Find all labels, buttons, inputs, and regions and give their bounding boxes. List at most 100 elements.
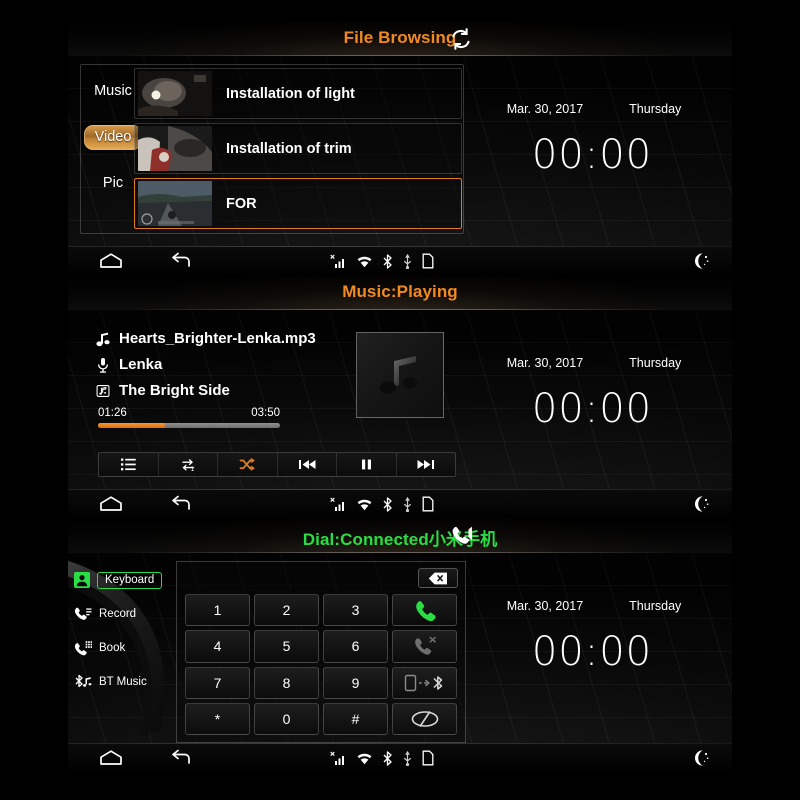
dialpad-key-4[interactable]: 4 (185, 630, 250, 663)
dialpad-key-7[interactable]: 7 (185, 666, 250, 699)
pause-button[interactable] (337, 453, 397, 476)
video-thumbnail (138, 126, 212, 171)
sidebar-item-book[interactable]: Book (74, 631, 192, 665)
elapsed-time: 01:26 (98, 407, 127, 419)
table-row[interactable]: FOR (134, 178, 462, 229)
dial-sidebar: Keyboard Record Book BT Music (74, 563, 192, 699)
date-display: Mar. 30, 2017 Thursday (464, 599, 724, 613)
dialpad-key-9[interactable]: 9 (323, 666, 388, 699)
music-player-panel: Music:Playing Hearts_Brighter-Lenka.mp3 (68, 276, 732, 519)
home-icon[interactable] (98, 252, 124, 270)
file-browsing-titlebar: File Browsing (68, 22, 732, 56)
home-icon[interactable] (98, 749, 124, 767)
call-log-icon (74, 606, 92, 622)
signal-no-service-icon (330, 497, 347, 512)
table-row[interactable]: Installation of light (134, 68, 462, 119)
sidebar-item-record[interactable]: Record (74, 597, 192, 631)
dialpad-key-5[interactable]: 5 (254, 630, 319, 663)
sidebar-item-bt-music[interactable]: BT Music (74, 665, 192, 699)
file-name: Installation of light (226, 85, 355, 102)
dialpad-key-6[interactable]: 6 (323, 630, 388, 663)
end-call-key[interactable] (392, 630, 457, 663)
moon-icon[interactable] (690, 495, 710, 513)
previous-button[interactable] (278, 453, 337, 476)
progress-bar[interactable] (98, 423, 280, 428)
sim-card-icon (422, 750, 434, 766)
clock-area: Mar. 30, 2017 Thursday 00:00 (464, 553, 732, 773)
dialpad-key-2[interactable]: 2 (254, 594, 319, 627)
status-tray (330, 253, 434, 269)
sidebar-item-label: Book (99, 642, 126, 654)
time-labels: 01:26 03:50 (98, 407, 280, 419)
artist-name: Lenka (119, 356, 163, 373)
date-display: Mar. 30, 2017 Thursday (464, 356, 724, 370)
weekday-text: Thursday (629, 356, 682, 370)
bt-music-icon (74, 674, 92, 690)
dialpad-key-label: 8 (282, 674, 291, 691)
weekday-text: Thursday (629, 102, 682, 116)
date-text: Mar. 30, 2017 (506, 599, 584, 613)
tab-music-label: Music (94, 83, 132, 99)
music-titlebar: Music:Playing (68, 276, 732, 310)
music-note-icon (96, 331, 110, 347)
dialpad-key-label: 5 (282, 638, 291, 655)
next-button[interactable] (397, 453, 456, 476)
sim-card-icon (422, 496, 434, 512)
phone-speaker-icon[interactable] (448, 524, 474, 548)
progress-area: 01:26 03:50 (98, 407, 280, 428)
wifi-icon (356, 254, 373, 268)
dialpad-key-star[interactable]: * (185, 702, 250, 735)
shuffle-button[interactable] (218, 453, 278, 476)
dialpad-key-3[interactable]: 3 (323, 594, 388, 627)
weekday-text: Thursday (629, 599, 682, 613)
bluetooth-icon (382, 496, 393, 512)
status-bar (68, 743, 732, 773)
back-icon[interactable] (168, 495, 194, 513)
signal-no-service-icon (330, 751, 347, 766)
file-list: Installation of light Installation of tr… (134, 68, 462, 233)
dialpad-key-0[interactable]: 0 (254, 702, 319, 735)
album-row: The Bright Side (96, 382, 316, 399)
track-title: Hearts_Brighter-Lenka.mp3 (119, 330, 316, 347)
moon-icon[interactable] (690, 252, 710, 270)
usb-icon (402, 496, 413, 512)
bluetooth-icon (382, 750, 393, 766)
back-icon[interactable] (168, 252, 194, 270)
playlist-button[interactable] (99, 453, 159, 476)
moon-icon[interactable] (690, 749, 710, 767)
home-icon[interactable] (98, 495, 124, 513)
dialpad-key-hash[interactable]: # (323, 702, 388, 735)
call-key[interactable] (392, 594, 457, 627)
date-text: Mar. 30, 2017 (506, 102, 584, 116)
end-call-icon (413, 635, 437, 657)
transfer-bt-icon (404, 673, 446, 693)
transfer-bt-key[interactable] (392, 666, 457, 699)
dialpad-grid: 1 2 3 4 5 6 7 8 9 * 0 # (185, 594, 457, 735)
back-icon[interactable] (168, 749, 194, 767)
phonebook-icon (74, 640, 92, 656)
sidebar-item-label: Record (99, 608, 137, 620)
sidebar-item-keyboard[interactable]: Keyboard (74, 563, 192, 597)
table-row[interactable]: Installation of trim (134, 123, 462, 174)
clock-area: Mar. 30, 2017 Thursday 00:00 (464, 56, 732, 276)
dialpad-key-1[interactable]: 1 (185, 594, 250, 627)
sim-card-icon (422, 253, 434, 269)
video-thumbnail (138, 181, 212, 226)
sidebar-item-label: Keyboard (97, 571, 163, 589)
dialpad-key-label: * (214, 710, 221, 727)
hide-pad-key[interactable] (392, 702, 457, 735)
refresh-icon[interactable] (448, 27, 474, 51)
repeat-button[interactable]: 1 (159, 453, 218, 476)
wifi-icon (356, 751, 373, 765)
album-art (356, 332, 444, 418)
dialpad-key-label: 2 (282, 602, 291, 619)
track-title-row: Hearts_Brighter-Lenka.mp3 (96, 330, 316, 347)
playback-controls: 1 (98, 452, 456, 477)
progress-fill (98, 423, 166, 428)
keyboard-contact-icon (74, 572, 90, 588)
backspace-button[interactable] (418, 568, 458, 588)
dialpad-key-label: 3 (351, 602, 360, 619)
dialpad-key-8[interactable]: 8 (254, 666, 319, 699)
track-metadata: Hearts_Brighter-Lenka.mp3 Lenka The Brig… (96, 330, 316, 408)
sidebar-item-label: BT Music (99, 676, 147, 688)
